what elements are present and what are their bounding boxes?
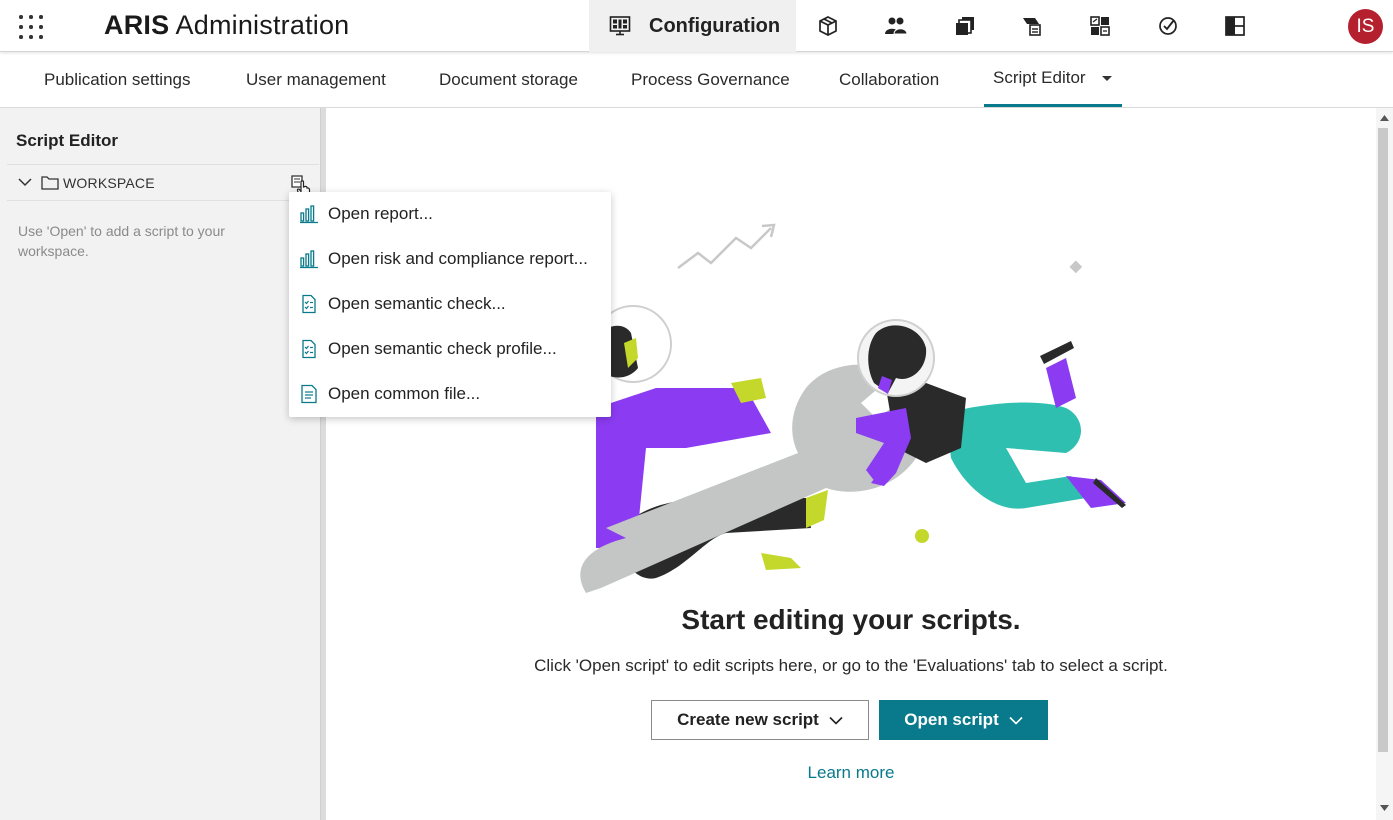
empty-state-headline: Start editing your scripts. — [681, 604, 1021, 635]
tab-script-editor-label: Script Editor — [993, 68, 1086, 87]
folder-icon — [41, 176, 59, 190]
tab-script-editor[interactable]: Script Editor — [984, 52, 1122, 107]
empty-state-description: Click 'Open script' to edit scripts here… — [534, 656, 1168, 675]
bar-chart-icon — [300, 205, 318, 224]
script-editor-sidebar: Script Editor WORKSPACE Use 'Open' to ad… — [0, 108, 321, 820]
configuration-icon — [609, 16, 631, 36]
documents-icon[interactable] — [954, 15, 976, 37]
app-title-brand: ARIS — [104, 10, 170, 40]
checklist-doc-icon — [302, 294, 316, 314]
tab-user-management[interactable]: User management — [246, 52, 386, 107]
top-header: ARIS Administration Configuration IS — [0, 0, 1393, 52]
chevron-down-icon — [829, 716, 843, 725]
tab-process-governance[interactable]: Process Governance — [631, 52, 790, 107]
checklist-doc-icon — [302, 339, 316, 359]
app-title: ARIS Administration — [104, 10, 349, 41]
scrollbar-thumb[interactable] — [1378, 128, 1388, 752]
sidebar-hint: Use 'Open' to add a script to your works… — [18, 223, 225, 259]
menu-item-label: Open semantic check... — [328, 294, 506, 313]
chevron-down-icon — [1009, 716, 1023, 725]
menu-item-open-common-file[interactable]: Open common file... — [289, 372, 611, 417]
workspace-label: WORKSPACE — [63, 175, 155, 191]
checklist-icon[interactable] — [1157, 15, 1179, 37]
create-new-script-button[interactable]: Create new script — [651, 700, 869, 740]
configuration-tab[interactable]: Configuration — [589, 0, 796, 52]
menu-item-open-risk-compliance-report[interactable]: Open risk and compliance report... — [289, 237, 611, 282]
menu-item-label: Open common file... — [328, 384, 481, 403]
tab-document-storage[interactable]: Document storage — [439, 52, 578, 107]
user-avatar[interactable]: IS — [1348, 9, 1383, 44]
open-script-button[interactable]: Open script — [879, 700, 1048, 740]
chevron-down-icon[interactable] — [17, 176, 33, 188]
create-new-script-label: Create new script — [677, 710, 819, 729]
scroll-up-icon[interactable] — [1376, 110, 1393, 127]
tab-collaboration[interactable]: Collaboration — [839, 52, 939, 107]
tab-bar: Publication settings User management Doc… — [0, 52, 1393, 108]
menu-item-open-semantic-check[interactable]: Open semantic check... — [289, 282, 611, 327]
publish-icon[interactable] — [1021, 15, 1043, 37]
menu-item-open-semantic-check-profile[interactable]: Open semantic check profile... — [289, 327, 611, 372]
learn-more-row: Learn more — [326, 763, 1376, 783]
app-title-text: Administration — [175, 10, 350, 40]
workspace-row[interactable]: WORKSPACE — [7, 164, 319, 201]
menu-item-label: Open risk and compliance report... — [328, 249, 588, 268]
open-script-label: Open script — [904, 710, 999, 729]
sidebar-title: Script Editor — [16, 131, 119, 150]
menu-item-open-report[interactable]: Open report... — [289, 192, 611, 237]
package-icon[interactable] — [817, 15, 839, 37]
scroll-down-icon[interactable] — [1376, 799, 1393, 816]
astronaut-wrench-illustration — [580, 223, 1126, 593]
dashboard-icon[interactable] — [1089, 15, 1111, 37]
text-doc-icon — [301, 384, 317, 404]
tab-publication-settings[interactable]: Publication settings — [44, 52, 190, 107]
grid-menu-icon[interactable] — [17, 13, 45, 41]
users-icon[interactable] — [884, 15, 908, 37]
menu-item-label: Open semantic check profile... — [328, 339, 557, 358]
layout-icon[interactable] — [1224, 15, 1246, 37]
configuration-label: Configuration — [649, 14, 781, 37]
caret-down-icon[interactable] — [1101, 75, 1112, 81]
learn-more-link[interactable]: Learn more — [808, 763, 895, 782]
menu-item-label: Open report... — [328, 204, 433, 223]
open-script-menu: Open report... Open risk and compliance … — [289, 192, 611, 417]
bar-chart-icon — [300, 250, 318, 269]
